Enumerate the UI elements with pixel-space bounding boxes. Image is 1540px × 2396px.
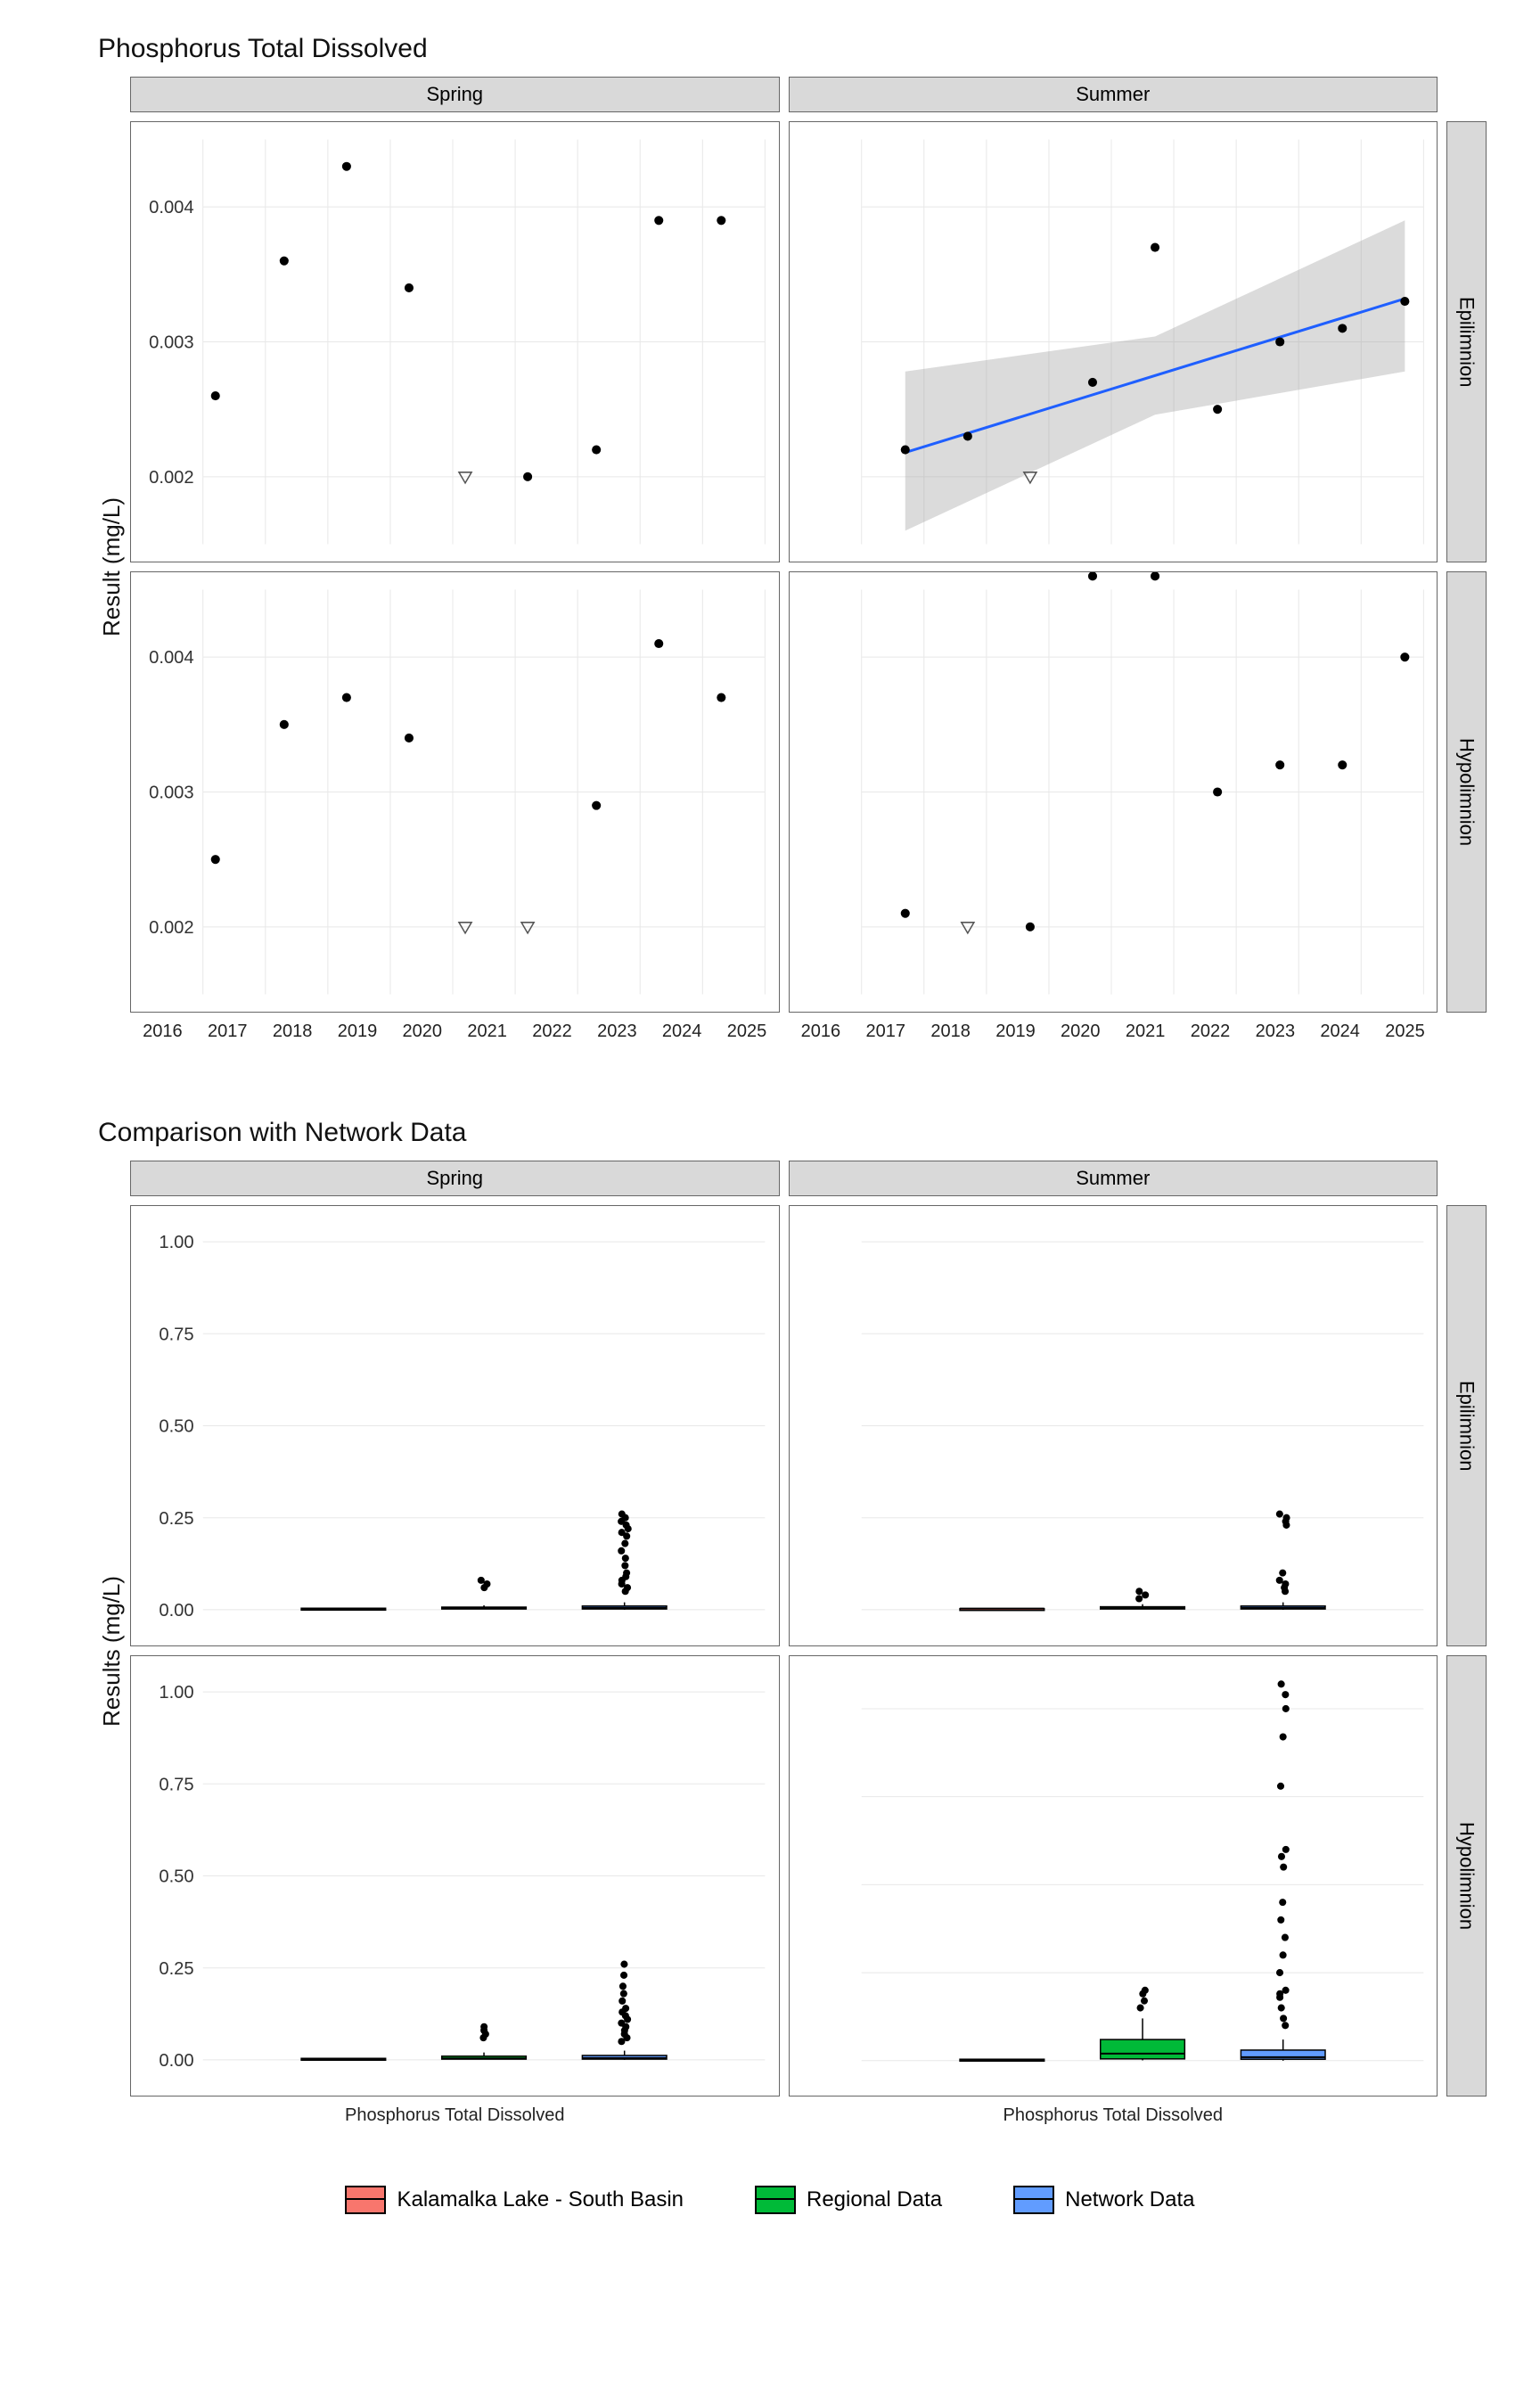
- col-header-summer: Summer: [789, 77, 1438, 112]
- panel-summer-hypo: [789, 571, 1438, 1013]
- legend-label-regional: Regional Data: [807, 2187, 942, 2212]
- svg-text:0.25: 0.25: [159, 1509, 193, 1529]
- legend-swatch-red: [345, 2186, 386, 2214]
- b-col-summer: Summer: [789, 1161, 1438, 1196]
- panel-spring-epi: 0.002 0.003 0.004: [130, 121, 780, 562]
- svg-text:0.003: 0.003: [149, 784, 193, 803]
- svg-text:0.004: 0.004: [149, 648, 193, 668]
- svg-text:1.00: 1.00: [159, 1683, 193, 1703]
- legend: Kalamalka Lake - South Basin Regional Da…: [36, 2186, 1504, 2214]
- bottom-title: Comparison with Network Data: [98, 1118, 1504, 1148]
- legend-item-network: Network Data: [1013, 2186, 1194, 2214]
- b-xcat2: Phosphorus Total Dissolved: [789, 2105, 1438, 2141]
- svg-text:0.75: 0.75: [159, 1325, 193, 1344]
- row-header-hypo: Hypolimnion: [1446, 571, 1487, 1013]
- panel-summer-epi: [789, 121, 1438, 562]
- svg-text:0.75: 0.75: [159, 1775, 193, 1794]
- b-col-spring: Spring: [130, 1161, 780, 1196]
- panel-spring-hypo: 0.002 0.003 0.004: [130, 571, 780, 1013]
- svg-text:0.002: 0.002: [149, 918, 193, 938]
- b-row-epi: Epilimnion: [1446, 1205, 1487, 1646]
- row-header-epi: Epilimnion: [1446, 121, 1487, 562]
- svg-text:0.00: 0.00: [159, 2051, 193, 2071]
- b-xcat: Phosphorus Total Dissolved: [130, 2105, 780, 2141]
- legend-swatch-blue: [1013, 2186, 1054, 2214]
- svg-text:0.50: 0.50: [159, 1417, 193, 1437]
- b-row-hypo: Hypolimnion: [1446, 1655, 1487, 2096]
- legend-item-lake: Kalamalka Lake - South Basin: [345, 2186, 684, 2214]
- top-ylabel: Result (mg/L): [98, 77, 130, 1057]
- svg-text:1.00: 1.00: [159, 1233, 193, 1252]
- svg-text:0.002: 0.002: [149, 468, 193, 488]
- b-xlabel-spring: Phosphorus Total Dissolved: [130, 2105, 780, 2141]
- bpanel-spring-epi: 0.00 0.25 0.50 0.75 1.00: [130, 1205, 780, 1646]
- legend-item-regional: Regional Data: [755, 2186, 942, 2214]
- top-title: Phosphorus Total Dissolved: [98, 34, 1504, 64]
- col-header-spring: Spring: [130, 77, 780, 112]
- b-xlabel-summer: Phosphorus Total Dissolved: [789, 2105, 1438, 2141]
- legend-label-lake: Kalamalka Lake - South Basin: [397, 2187, 684, 2212]
- bpanel-summer-epi: [789, 1205, 1438, 1646]
- svg-text:0.00: 0.00: [159, 1601, 193, 1621]
- svg-text:0.004: 0.004: [149, 198, 193, 217]
- bpanel-spring-hypo: 0.00 0.25 0.50 0.75 1.00: [130, 1655, 780, 2096]
- svg-text:0.003: 0.003: [149, 333, 193, 353]
- legend-swatch-green: [755, 2186, 796, 2214]
- xlabels-summer: 2016201720182019202020212022202320242025: [789, 1022, 1438, 1057]
- legend-label-network: Network Data: [1065, 2187, 1194, 2212]
- xlabels-spring: 2016201720182019202020212022202320242025: [130, 1022, 780, 1057]
- bpanel-summer-hypo: [789, 1655, 1438, 2096]
- bottom-ylabel: Results (mg/L): [98, 1161, 130, 2141]
- svg-text:0.25: 0.25: [159, 1959, 193, 1979]
- svg-text:0.50: 0.50: [159, 1867, 193, 1887]
